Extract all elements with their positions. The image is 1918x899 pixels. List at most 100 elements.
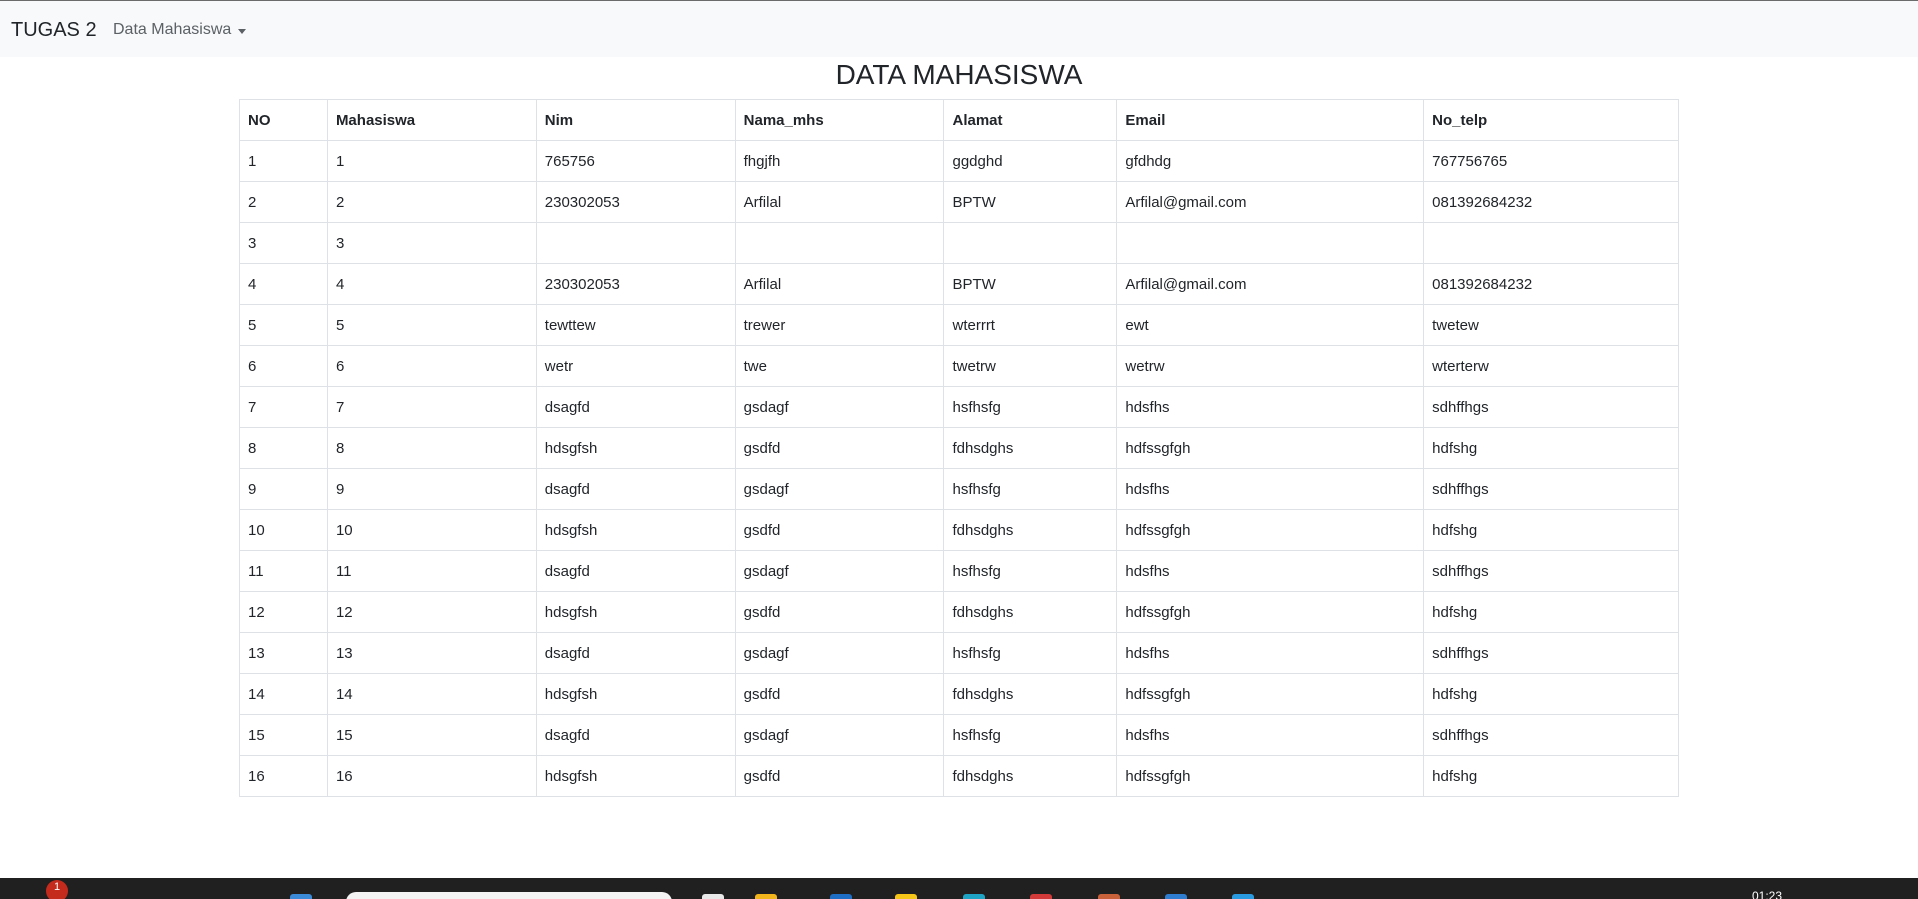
- page-title: DATA MAHASISWA: [835, 59, 1083, 90]
- table-cell: gsdfd: [734, 509, 945, 551]
- table-cell: 12: [239, 591, 328, 633]
- table-row: 14 14 hdsgfsh gsdfd fdhsdghs hdfssgfgh hdfshg: [239, 673, 1679, 715]
- table-cell: 15: [239, 714, 328, 756]
- table-cell: ggdghd: [943, 140, 1118, 182]
- opera-icon[interactable]: [1030, 894, 1052, 899]
- table-cell: 13: [326, 632, 537, 674]
- table-cell: hdsfhs: [1116, 386, 1425, 428]
- table-row: 10 10 hdsgfsh gsdfd fdhsdghs hdfssgfgh hdfshg: [239, 509, 1679, 551]
- folder-icon[interactable]: [755, 894, 777, 899]
- navbar: TUGAS 2 Data Mahasiswa: [0, 1, 1918, 57]
- table-cell: twe: [734, 345, 945, 387]
- table-cell: 8: [326, 427, 537, 469]
- table-cell: dsagfd: [535, 550, 736, 592]
- table-cell: wterrrt: [943, 304, 1118, 346]
- table-cell: hdfssgfgh: [1116, 673, 1425, 715]
- chrome-icon[interactable]: [895, 894, 917, 899]
- table-row: 1 1 765756 fhgjfh ggdghd gfdhdg 767756765: [239, 140, 1679, 182]
- table-cell: hdsgfsh: [535, 509, 736, 551]
- table-cell: fhgjfh: [734, 140, 945, 182]
- table-cell: dsagfd: [535, 468, 736, 510]
- table-cell: hsfhsfg: [943, 632, 1118, 674]
- column-header: Alamat: [943, 99, 1118, 141]
- table-cell: 14: [326, 673, 537, 715]
- navbar-brand[interactable]: TUGAS 2: [11, 18, 97, 42]
- table-cell: 10: [326, 509, 537, 551]
- calendar-icon[interactable]: [1165, 894, 1187, 899]
- data-mahasiswa-dropdown[interactable]: Data Mahasiswa: [113, 20, 247, 40]
- table-row: 5 5 tewttew trewer wterrrt ewt twetew: [239, 304, 1679, 346]
- column-header: NO: [239, 99, 328, 141]
- table-cell: hdsgfsh: [535, 427, 736, 469]
- table-row: 4 4 230302053 Arfilal BPTW Arfilal@gmail.com 0…: [239, 263, 1679, 305]
- table-cell: hdfshg: [1423, 509, 1679, 551]
- table-row: 13 13 dsagfd gsdagf hsfhsfg hdsfhs sdhffhgs: [239, 632, 1679, 674]
- table-cell: sdhffhgs: [1423, 386, 1679, 428]
- table-cell: 765756: [535, 140, 736, 182]
- store-icon[interactable]: [830, 894, 852, 899]
- table-cell: 230302053: [535, 181, 736, 223]
- table-cell: 8: [239, 427, 328, 469]
- table-cell: 7: [326, 386, 537, 428]
- table-cell: fdhsdghs: [943, 591, 1118, 633]
- taskbar-search-box[interactable]: [346, 892, 672, 899]
- table-cell: 1: [239, 140, 328, 182]
- table-cell: 13: [239, 632, 328, 674]
- table-cell: [734, 222, 945, 264]
- table-cell: gsdagf: [734, 714, 945, 756]
- table-row: 11 11 dsagfd gsdagf hsfhsfg hdsfhs sdhffhgs: [239, 550, 1679, 592]
- caret-down-icon: [238, 28, 247, 34]
- table-cell: 3: [239, 222, 328, 264]
- file-explorer-icon[interactable]: [702, 894, 724, 899]
- table-cell: gsdagf: [734, 386, 945, 428]
- table-cell: hsfhsfg: [943, 714, 1118, 756]
- table-cell: [943, 222, 1118, 264]
- table-cell: 2: [239, 181, 328, 223]
- table-cell: hsfhsfg: [943, 550, 1118, 592]
- table-cell: dsagfd: [535, 714, 736, 756]
- table-cell: fdhsdghs: [943, 427, 1118, 469]
- taskbar-clock[interactable]: 01:23: [1752, 890, 1782, 899]
- widgets-icon[interactable]: [290, 894, 312, 899]
- table-cell: sdhffhgs: [1423, 714, 1679, 756]
- page: TUGAS 2 Data Mahasiswa DATA MAHASISWA NO…: [0, 0, 1918, 899]
- table-cell: 081392684232: [1423, 181, 1679, 223]
- table-cell: 12: [326, 591, 537, 633]
- edge-icon[interactable]: [963, 894, 985, 899]
- table-cell: wetr: [535, 345, 736, 387]
- app-icon[interactable]: [1098, 894, 1120, 899]
- table-cell: hdfssgfgh: [1116, 509, 1425, 551]
- column-header: Email: [1116, 99, 1425, 141]
- table-cell: fdhsdghs: [943, 509, 1118, 551]
- notification-badge[interactable]: 1: [46, 880, 68, 899]
- table-cell: gsdfd: [734, 755, 945, 797]
- table-cell: 6: [326, 345, 537, 387]
- table-cell: hdfshg: [1423, 673, 1679, 715]
- table-cell: hdsgfsh: [535, 591, 736, 633]
- table-cell: hdsfhs: [1116, 468, 1425, 510]
- table-cell: 767756765: [1423, 140, 1679, 182]
- table-cell: fdhsdghs: [943, 673, 1118, 715]
- table-cell: 9: [239, 468, 328, 510]
- vscode-icon[interactable]: [1232, 894, 1254, 899]
- table-cell: gsdfd: [734, 591, 945, 633]
- table-cell: 3: [326, 222, 537, 264]
- taskbar: 1 01:23: [0, 878, 1918, 899]
- table-cell: 4: [326, 263, 537, 305]
- column-header: Mahasiswa: [326, 99, 537, 141]
- table-cell: hdfssgfgh: [1116, 427, 1425, 469]
- table-cell: [535, 222, 736, 264]
- table-cell: Arfilal: [734, 181, 945, 223]
- table-cell: hdsgfsh: [535, 755, 736, 797]
- column-header: Nama_mhs: [734, 99, 945, 141]
- table-cell: hdfshg: [1423, 591, 1679, 633]
- table-cell: 5: [326, 304, 537, 346]
- table-cell: 16: [326, 755, 537, 797]
- table-cell: 15: [326, 714, 537, 756]
- table-cell: trewer: [734, 304, 945, 346]
- table-cell: gfdhdg: [1116, 140, 1425, 182]
- table-cell: gsdagf: [734, 632, 945, 674]
- table-cell: wterterw: [1423, 345, 1679, 387]
- table-cell: twetew: [1423, 304, 1679, 346]
- table-cell: dsagfd: [535, 386, 736, 428]
